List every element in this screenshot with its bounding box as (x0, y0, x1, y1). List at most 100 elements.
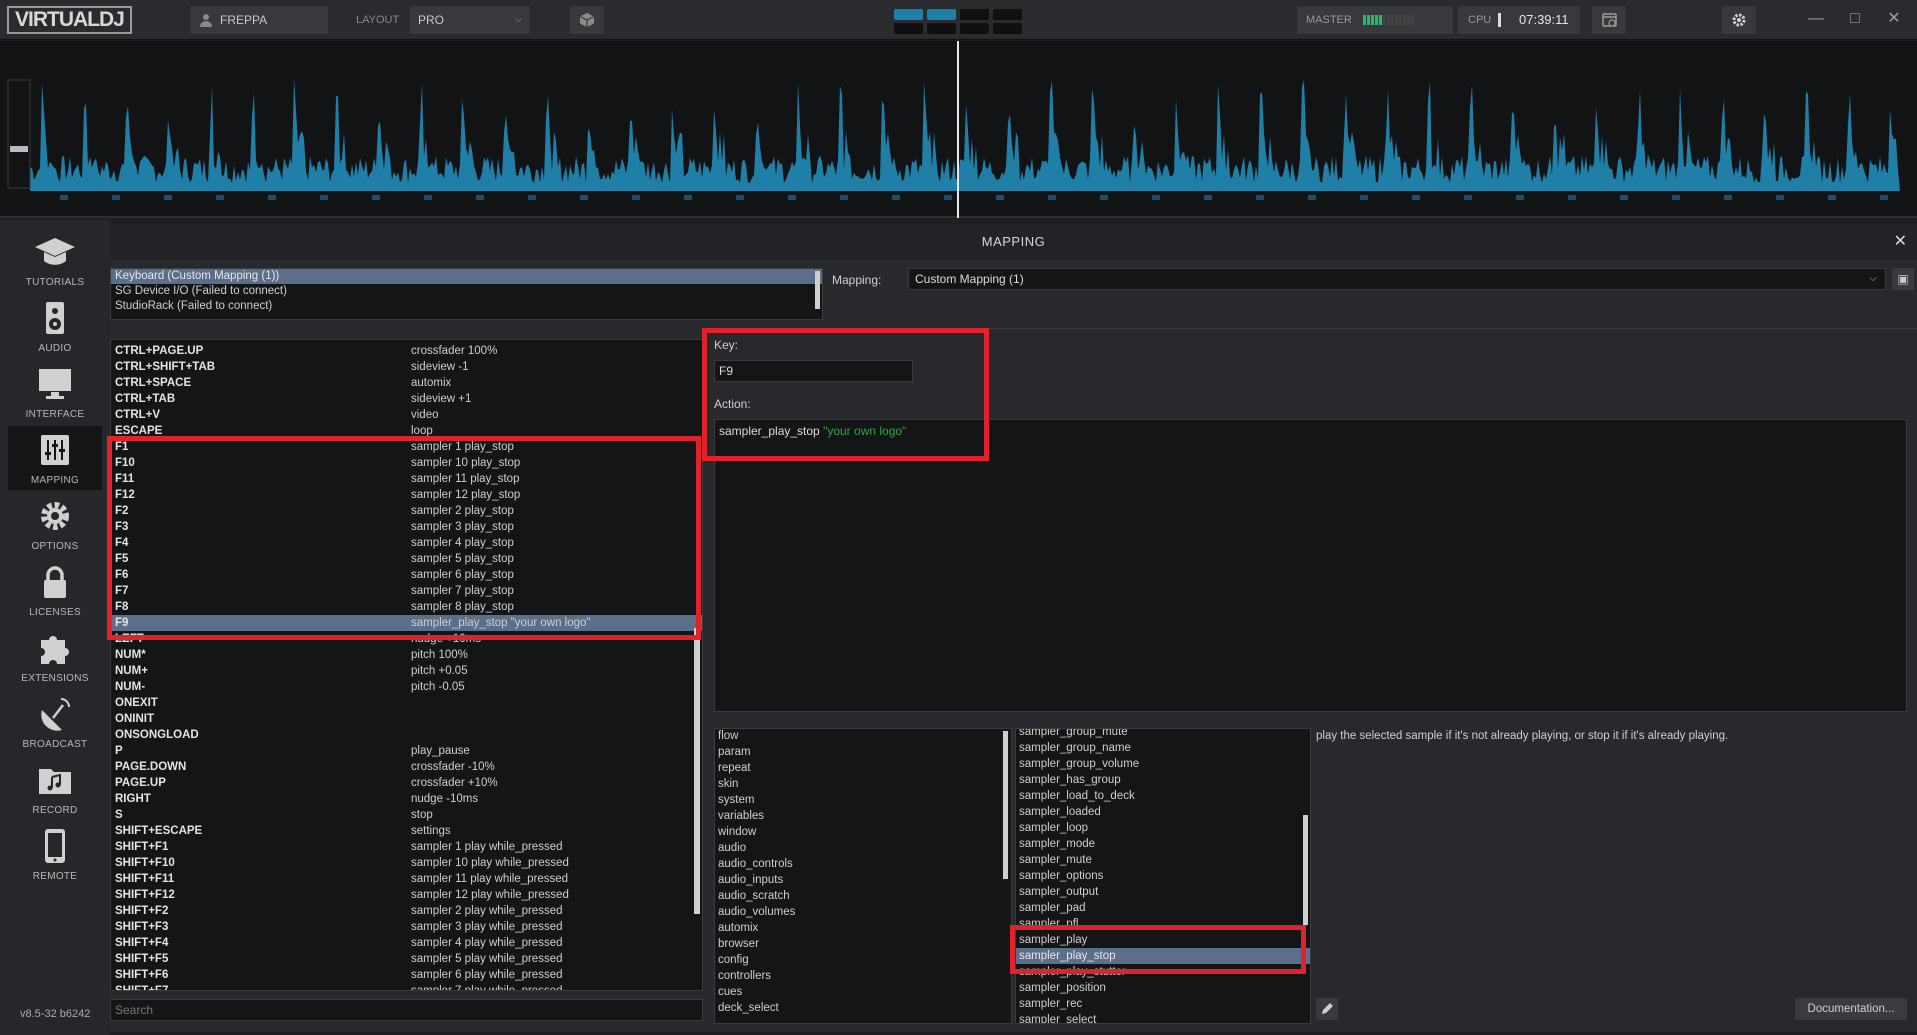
category-item[interactable]: flow (715, 729, 1011, 744)
cube-button[interactable] (570, 6, 604, 34)
category-item[interactable]: browser (715, 936, 1011, 952)
key-input[interactable]: F9 (714, 360, 913, 382)
verb-item[interactable]: sampler_play (1016, 932, 1310, 948)
waveform-overview[interactable] (0, 41, 1917, 218)
key-mapping-row[interactable]: F8 sampler 8 play_stop (111, 599, 702, 615)
verb-item[interactable]: sampler_output (1016, 884, 1310, 900)
key-mapping-row[interactable]: F12 sampler 12 play_stop (111, 487, 702, 503)
key-mapping-row[interactable]: CTRL+SHIFT+TAB sideview -1 (111, 359, 702, 375)
key-mapping-row[interactable]: ONINIT (111, 711, 702, 727)
device-item[interactable]: SG Device I/O (Failed to connect) (111, 284, 822, 299)
verb-item[interactable]: sampler_play_stop (1016, 948, 1310, 964)
category-item[interactable]: audio_volumes (715, 904, 1011, 920)
key-mapping-row[interactable]: F5 sampler 5 play_stop (111, 551, 702, 567)
key-mapping-row[interactable]: F2 sampler 2 play_stop (111, 503, 702, 519)
category-item[interactable]: config (715, 952, 1011, 968)
deck-8-indicator[interactable] (993, 23, 1022, 34)
deck-4-indicator[interactable] (993, 9, 1022, 20)
nav-mapping[interactable]: MAPPING (8, 426, 102, 490)
key-mapping-row[interactable]: F7 sampler 7 play_stop (111, 583, 702, 599)
key-mapping-row[interactable]: ONSONGLOAD (111, 727, 702, 743)
nav-remote[interactable]: REMOTE (8, 822, 102, 886)
verb-list[interactable]: sampler_group_mute sampler_group_name samp… (1015, 728, 1311, 1024)
nav-options[interactable]: OPTIONS (8, 492, 102, 556)
action-input[interactable]: sampler_play_stop "your own logo" (714, 419, 1907, 712)
key-mapping-row[interactable]: PAGE.DOWN crossfader -10% (111, 759, 702, 775)
key-mapping-row[interactable]: CTRL+V video (111, 407, 702, 423)
verb-item[interactable]: sampler_load_to_deck (1016, 788, 1310, 804)
key-mapping-row[interactable]: F3 sampler 3 play_stop (111, 519, 702, 535)
deck-6-indicator[interactable] (927, 23, 956, 34)
key-mapping-row[interactable]: CTRL+SPACE automix (111, 375, 702, 391)
key-mapping-row[interactable]: RIGHT nudge -10ms (111, 791, 702, 807)
key-mapping-row[interactable]: SHIFT+F6 sampler 6 play while_pressed (111, 967, 702, 983)
category-item[interactable]: automix (715, 920, 1011, 936)
key-mapping-row[interactable]: SHIFT+F1 sampler 1 play while_pressed (111, 839, 702, 855)
user-button[interactable]: FREPPA (190, 6, 328, 34)
close-mapping-button[interactable]: ✕ (1894, 224, 1907, 260)
edit-button[interactable] (1316, 998, 1338, 1020)
key-mapping-row[interactable]: ONEXIT (111, 695, 702, 711)
verb-item[interactable]: sampler_pad (1016, 900, 1310, 916)
device-list[interactable]: Keyboard (Custom Mapping (1)) SG Device … (110, 268, 823, 320)
maximize-button[interactable]: □ (1843, 8, 1867, 30)
key-mapping-row[interactable]: NUM* pitch 100% (111, 647, 702, 663)
nav-interface[interactable]: INTERFACE (8, 360, 102, 424)
verb-item[interactable]: sampler_play_stutter (1016, 964, 1310, 980)
key-mapping-row[interactable]: Pplay_pause (111, 743, 702, 759)
key-mapping-row[interactable]: SHIFT+F7 sampler 7 play while_pressed (111, 983, 702, 990)
category-item[interactable]: cues (715, 984, 1011, 1000)
key-mapping-row[interactable]: F4 sampler 4 play_stop (111, 535, 702, 551)
device-item[interactable]: StudioRack (Failed to connect) (111, 299, 822, 314)
category-item[interactable]: audio_inputs (715, 872, 1011, 888)
device-list-scrollbar[interactable] (815, 271, 820, 309)
verb-item[interactable]: sampler_group_volume (1016, 756, 1310, 772)
verb-item[interactable]: sampler_pfl (1016, 916, 1310, 932)
nav-broadcast[interactable]: BROADCAST (8, 690, 102, 754)
settings-button[interactable] (1722, 6, 1756, 34)
nav-record[interactable]: RECORD (8, 756, 102, 820)
deck-1-indicator[interactable] (894, 9, 923, 20)
key-mapping-row[interactable]: SHIFT+F5 sampler 5 play while_pressed (111, 951, 702, 967)
verb-item[interactable]: sampler_rec (1016, 996, 1310, 1012)
category-item[interactable]: system (715, 792, 1011, 808)
verb-category-list[interactable]: flow param repeat skin system variables window… (714, 728, 1012, 1024)
verb-scrollbar[interactable] (1303, 815, 1308, 925)
category-item[interactable]: skin (715, 776, 1011, 792)
key-mapping-row[interactable]: F6 sampler 6 play_stop (111, 567, 702, 583)
category-scrollbar[interactable] (1003, 731, 1008, 879)
key-mapping-list[interactable]: CTRL+PAGE.UP crossfader 100% CTRL+SHIFT+TA… (110, 339, 703, 991)
deck-layout-selector[interactable] (894, 6, 1024, 34)
category-item[interactable]: variables (715, 808, 1011, 824)
key-mapping-row[interactable]: SHIFT+F10 sampler 10 play while_pressed (111, 855, 702, 871)
deck-3-indicator[interactable] (960, 9, 989, 20)
category-item[interactable]: audio (715, 840, 1011, 856)
key-mapping-row[interactable]: F10 sampler 10 play_stop (111, 455, 702, 471)
verb-item[interactable]: sampler_mute (1016, 852, 1310, 868)
verb-item[interactable]: sampler_group_name (1016, 740, 1310, 756)
zoom-slider-handle[interactable] (10, 146, 28, 152)
verb-item[interactable]: sampler_loaded (1016, 804, 1310, 820)
category-item[interactable]: param (715, 744, 1011, 760)
key-mapping-row[interactable]: SHIFT+F4 sampler 4 play while_pressed (111, 935, 702, 951)
deck-2-indicator[interactable] (927, 9, 956, 20)
category-item[interactable]: repeat (715, 760, 1011, 776)
key-mapping-row[interactable]: SHIFT+F3 sampler 3 play while_pressed (111, 919, 702, 935)
device-item[interactable]: Keyboard (Custom Mapping (1)) (111, 269, 822, 284)
key-mapping-row[interactable]: Sstop (111, 807, 702, 823)
deck-5-indicator[interactable] (894, 23, 923, 34)
key-mapping-row[interactable]: CTRL+TAB sideview +1 (111, 391, 702, 407)
key-mapping-row[interactable]: CTRL+PAGE.UP crossfader 100% (111, 343, 702, 359)
mapping-select[interactable]: Custom Mapping (1) ⌵ (908, 268, 1886, 290)
key-mapping-row[interactable]: F1 sampler 1 play_stop (111, 439, 702, 455)
category-item[interactable]: window (715, 824, 1011, 840)
key-mapping-row[interactable]: SHIFT+F11 sampler 11 play while_pressed (111, 871, 702, 887)
nav-tutorials[interactable]: TUTORIALS (8, 228, 102, 292)
verb-item[interactable]: sampler_mode (1016, 836, 1310, 852)
category-item[interactable]: audio_scratch (715, 888, 1011, 904)
verb-item[interactable]: sampler_has_group (1016, 772, 1310, 788)
key-mapping-row[interactable]: F9 sampler_play_stop "your own logo" (111, 615, 702, 631)
key-mapping-row[interactable]: F11 sampler 11 play_stop (111, 471, 702, 487)
nav-extensions[interactable]: EXTENSIONS (8, 624, 102, 688)
category-item[interactable]: audio_controls (715, 856, 1011, 872)
